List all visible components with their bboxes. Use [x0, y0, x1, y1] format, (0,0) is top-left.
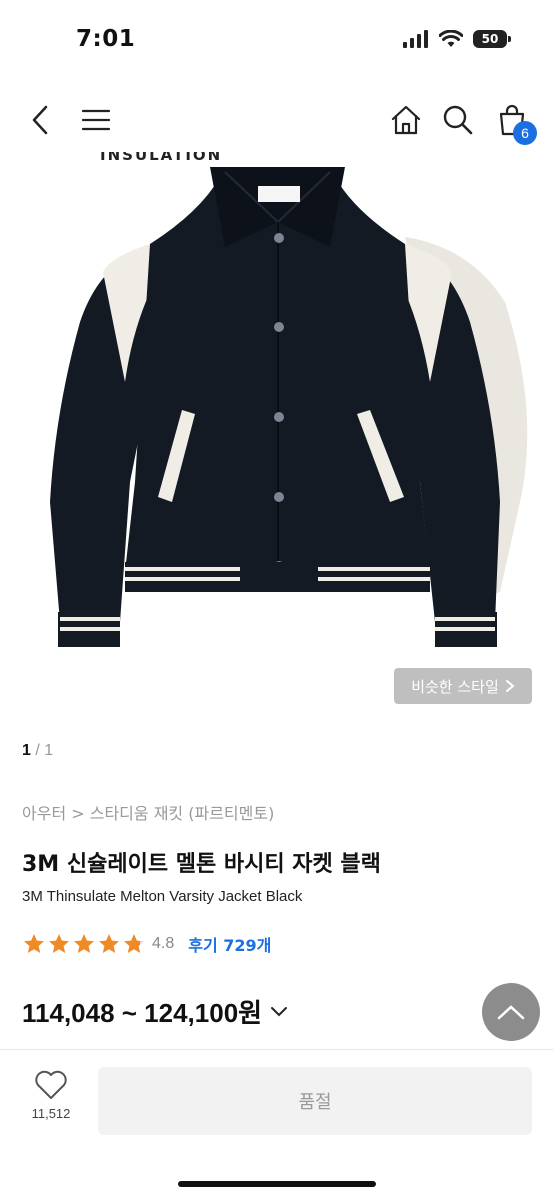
wifi-icon	[439, 30, 463, 47]
chevron-right-icon	[505, 680, 515, 692]
star-icon	[24, 934, 44, 953]
star-icon	[74, 934, 94, 953]
price-range-dropdown[interactable]: 114,048 ~ 124,100원	[22, 993, 288, 1030]
pager-total: 1	[44, 742, 54, 759]
status-bar: 7:01 50	[0, 0, 553, 80]
rating-score: 4.8	[152, 935, 175, 952]
cellular-signal-icon	[403, 30, 428, 48]
like-button[interactable]: 11,512	[22, 1070, 80, 1132]
product-title: 3M 신슐레이트 멜톤 바시티 자켓 블랙	[22, 852, 381, 877]
status-time: 7:01	[76, 26, 136, 52]
scroll-to-top-button[interactable]	[482, 983, 540, 1041]
search-button[interactable]	[438, 88, 478, 152]
review-count-link[interactable]: 후기 729개	[188, 932, 271, 956]
home-indicator	[178, 1181, 376, 1187]
battery-level: 50	[481, 32, 499, 46]
back-button[interactable]	[20, 88, 60, 152]
top-nav-bar	[0, 88, 553, 152]
price-unit: 원	[238, 999, 263, 1029]
rating-row: 4.8 후기 729개	[22, 932, 271, 956]
price-range-value: 114,048 ~ 124,100	[22, 998, 239, 1028]
cart-count-badge: 6	[513, 121, 537, 145]
menu-button[interactable]	[76, 88, 116, 152]
battery-icon: 50	[473, 30, 511, 48]
home-icon	[391, 105, 421, 135]
product-subtitle-en: 3M Thinsulate Melton Varsity Jacket Blac…	[22, 888, 303, 905]
chevron-up-icon	[497, 1005, 525, 1020]
chevron-left-icon	[32, 105, 48, 135]
sold-out-button[interactable]: 품절	[98, 1067, 532, 1135]
status-icons: 50	[403, 30, 511, 48]
home-button[interactable]	[386, 88, 426, 152]
star-icon	[49, 934, 69, 953]
star-rating	[22, 932, 146, 956]
pager-separator: /	[30, 742, 45, 759]
insulation-print-text: INSULATION	[100, 152, 222, 164]
chevron-down-icon	[271, 1006, 288, 1016]
image-pager: 1 / 1	[22, 742, 53, 760]
hamburger-menu-icon	[81, 109, 111, 131]
star-icon	[99, 934, 119, 953]
like-count: 11,512	[31, 1106, 71, 1121]
star-half-icon	[124, 934, 144, 953]
category-breadcrumb[interactable]: 아우터 > 스타디움 재킷 (파르티멘토)	[22, 800, 274, 824]
price-range: 114,048 ~ 124,100원	[22, 993, 262, 1030]
search-icon	[443, 105, 473, 135]
varsity-jacket-illustration: INSULATION	[50, 152, 528, 647]
product-image[interactable]: INSULATION	[0, 152, 553, 722]
similar-style-label: 비슷한 스타일	[411, 677, 499, 696]
similar-style-button[interactable]: 비슷한 스타일	[394, 668, 532, 704]
pager-current: 1	[22, 742, 31, 759]
heart-icon	[35, 1070, 67, 1099]
